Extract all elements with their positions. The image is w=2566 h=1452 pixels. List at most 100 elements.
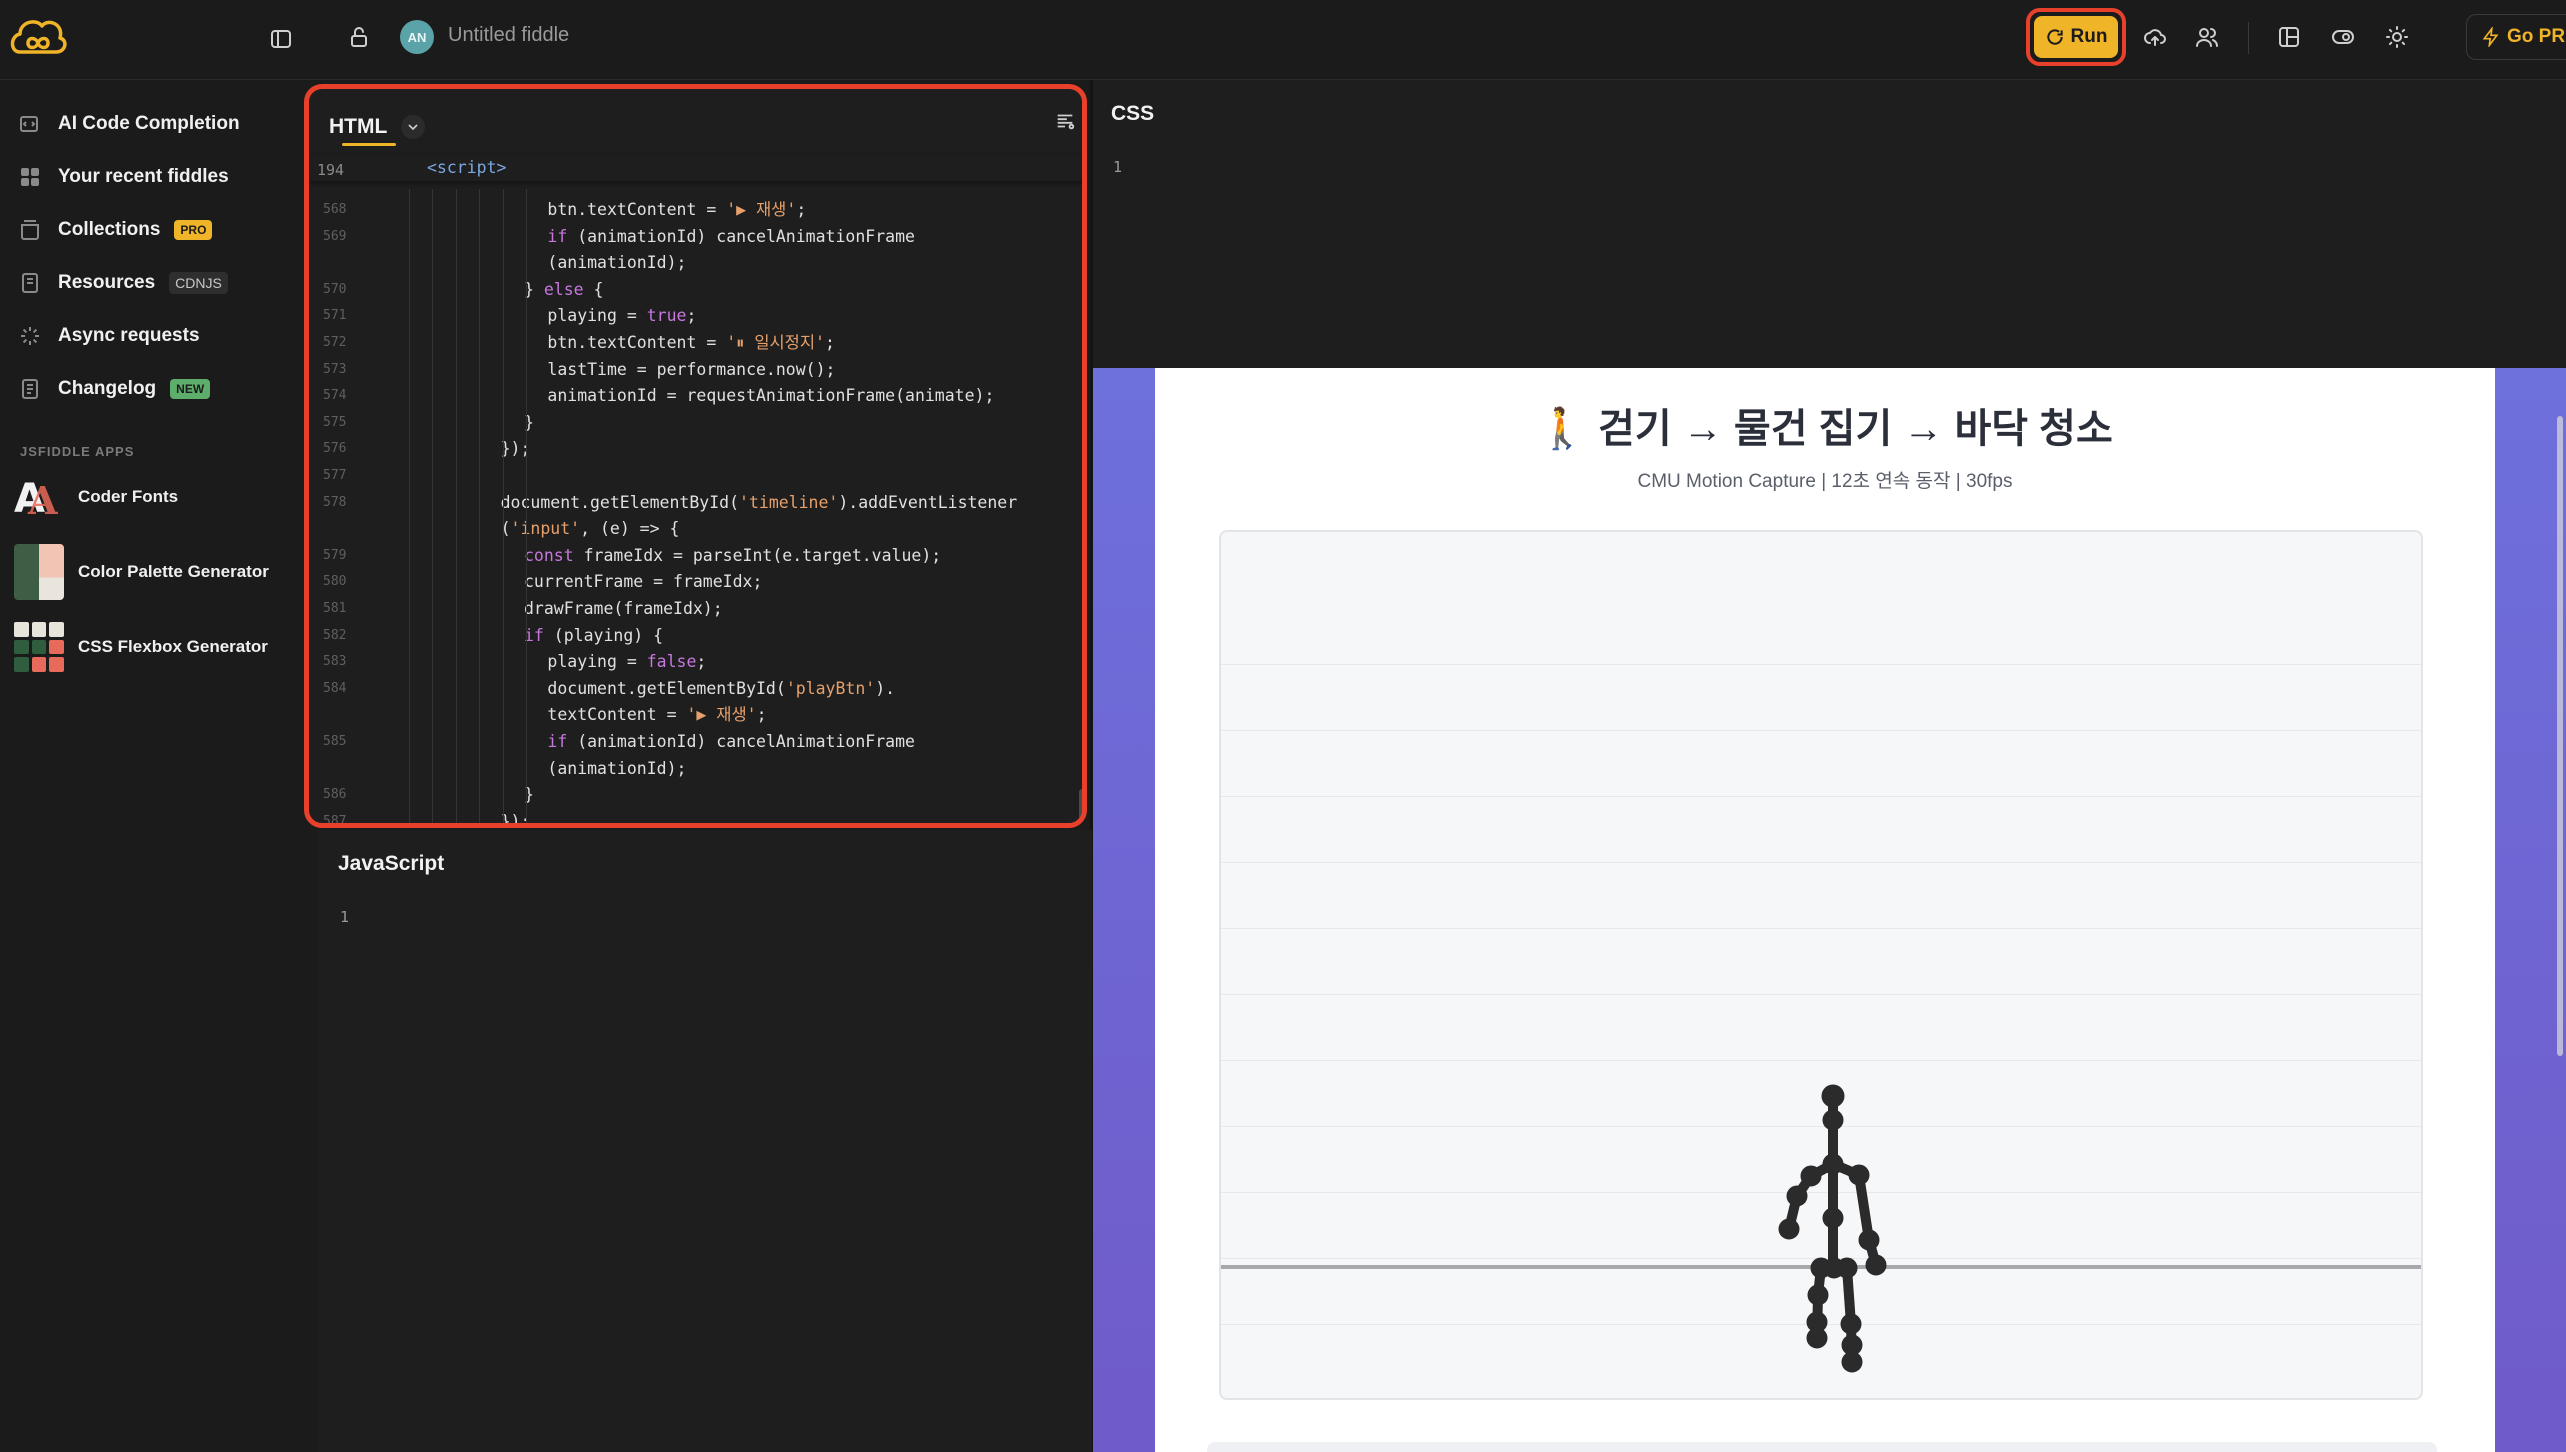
active-tab-underline	[342, 143, 396, 146]
sidebar-item-label: Resources	[58, 272, 156, 293]
vertical-scrollbar[interactable]	[1079, 789, 1082, 821]
code-text: btn.textContent = '⏸ 일시정지';	[547, 333, 835, 352]
code-text: currentFrame = frameIdx;	[524, 572, 763, 592]
motion-canvas[interactable]	[1219, 530, 2423, 1400]
toggle-sidebar-icon[interactable]	[266, 24, 296, 54]
code-text: (animationId);	[547, 253, 687, 273]
code-text: document.getElementById('playBtn').	[547, 678, 896, 698]
line-number: 586	[323, 787, 347, 803]
result-preview[interactable]: 🚶 걷기 → 물건 집기 → 바닥 청소 CMU Motion Capture …	[1093, 368, 2566, 1452]
javascript-panel-title: JavaScript	[338, 852, 445, 875]
cdnjs-badge: CDNJS	[169, 272, 228, 294]
fiddle-title[interactable]: Untitled fiddle	[448, 24, 569, 47]
toolbar-divider	[2248, 22, 2249, 54]
grid-icon	[16, 163, 44, 191]
avatar[interactable]: AN	[400, 20, 434, 54]
code-line: 580 currentFrame = frameIdx;	[309, 569, 1082, 595]
code-text: playing = true;	[547, 306, 697, 326]
html-editor-panel[interactable]: HTML 194 <script> 568 btn.textContent = '…	[304, 84, 1087, 828]
line-number: 578	[323, 494, 347, 510]
line-number: 582	[323, 627, 347, 643]
preview-heading: 🚶 걷기 → 물건 집기 → 바닥 청소	[1537, 407, 2113, 451]
preview-scrollbar[interactable]	[2557, 416, 2563, 1056]
sidebar-item-async-requests[interactable]: Async requests	[16, 316, 200, 356]
code-line: 586}	[309, 782, 1082, 808]
code-line: (animationId);	[309, 250, 1082, 276]
code-text: if (animationId) cancelAnimationFrame	[547, 226, 915, 246]
code-text: if (playing) {	[524, 625, 664, 645]
line-number: 572	[323, 335, 347, 350]
code-text: playing = false;	[547, 652, 707, 672]
flexbox-thumbnail-icon	[14, 622, 64, 672]
code-line: 573 lastTime = performance.now();	[309, 357, 1082, 383]
line-number: 194	[317, 161, 345, 179]
indent-guide	[479, 189, 481, 823]
css-panel-title: CSS	[1111, 102, 1155, 125]
code-line: textContent = '▶ 재생';	[309, 702, 1082, 728]
app-label: Color Palette Generator	[78, 562, 269, 581]
new-badge: NEW	[170, 379, 211, 399]
lock-icon[interactable]	[344, 22, 374, 52]
sticky-scope-line: 194 <script>	[309, 155, 1082, 181]
indent-guide	[409, 189, 410, 823]
app-label: CSS Flexbox Generator	[78, 637, 268, 656]
code-line: 568 btn.textContent = '▶ 재생';	[309, 197, 1082, 223]
apps-heading: JSFIDDLE APPS	[20, 444, 135, 459]
code-line: 581 drawFrame(frameIdx);	[309, 596, 1082, 622]
html-code-area[interactable]: 194 <script> 568 btn.textContent = '▶ 재생'…	[309, 153, 1082, 828]
line-number: 569	[323, 228, 347, 244]
line-number: 1	[1113, 158, 1123, 176]
settings-toggle-icon[interactable]	[2326, 20, 2360, 54]
go-pro-label: Go PR	[2507, 26, 2566, 47]
jsfiddle-logo-icon[interactable]	[6, 12, 70, 62]
code-text: if (animationId) cancelAnimationFrame	[547, 732, 915, 751]
chevron-down-icon[interactable]	[401, 115, 426, 139]
code-line: 585 if (animationId) cancelAnimationFrame	[309, 729, 1082, 755]
line-number: 584	[323, 680, 347, 696]
sidebar-item-label: Collections	[58, 219, 161, 240]
line-number: 585	[323, 734, 347, 749]
go-pro-button[interactable]: Go PR	[2466, 14, 2566, 60]
code-text: animationId = requestAnimationFrame(anim…	[547, 386, 995, 406]
tab-html[interactable]: HTML	[329, 107, 426, 147]
code-text: document.getElementById('timeline').addE…	[500, 492, 1018, 512]
refresh-icon	[2045, 27, 2065, 47]
code-text: (animationId);	[547, 758, 687, 778]
code-text: } else {	[524, 279, 604, 299]
sidebar-item-resources[interactable]: Resources CDNJS	[16, 263, 228, 303]
app-color-palette-generator[interactable]: Color Palette Generator	[14, 544, 269, 600]
line-number: 1	[340, 908, 350, 926]
theme-sun-icon[interactable]	[2380, 20, 2414, 54]
indent-guide	[432, 189, 434, 823]
code-line: 578 document.getElementById('timeline').a…	[309, 490, 1082, 516]
app-coder-fonts[interactable]: AA Coder Fonts	[14, 474, 178, 520]
sidebar-item-collections[interactable]: Collections PRO	[16, 210, 213, 250]
run-button[interactable]: Run	[2026, 8, 2126, 66]
format-code-icon[interactable]	[1051, 107, 1079, 135]
layout-icon[interactable]	[2272, 20, 2306, 54]
collaborate-users-icon[interactable]	[2190, 20, 2224, 54]
line-number: 575	[323, 414, 347, 430]
css-editor-panel[interactable]: CSS 1	[1093, 80, 2566, 368]
sidebar-item-recent-fiddles[interactable]: Your recent fiddles	[16, 157, 229, 197]
line-number: 587	[323, 813, 347, 828]
coder-fonts-logo-icon: AA	[14, 474, 64, 520]
sidebar-item-label: Your recent fiddles	[58, 166, 229, 187]
code-text: lastTime = performance.now();	[547, 359, 836, 379]
line-number: 570	[323, 281, 347, 297]
line-number: 576	[323, 441, 347, 457]
app-css-flexbox-generator[interactable]: CSS Flexbox Generator	[14, 622, 268, 672]
code-text: ('input', (e) => {	[500, 519, 680, 539]
indent-guide	[502, 189, 504, 823]
ai-code-icon	[16, 110, 44, 138]
top-bar: AN Untitled fiddle Run Go PR	[0, 0, 2566, 80]
javascript-editor-panel[interactable]: JavaScript 1	[318, 830, 1092, 1452]
pro-badge: PRO	[174, 220, 213, 240]
sidebar-item-ai-code-completion[interactable]: AI Code Completion	[16, 104, 240, 144]
app-label: Coder Fonts	[78, 487, 179, 506]
upload-cloud-icon[interactable]	[2138, 20, 2172, 54]
line-number: 579	[323, 547, 347, 563]
code-line: 569 if (animationId) cancelAnimationFrame	[309, 224, 1082, 250]
line-number: 583	[323, 654, 347, 670]
sidebar-item-changelog[interactable]: Changelog NEW	[16, 369, 211, 409]
